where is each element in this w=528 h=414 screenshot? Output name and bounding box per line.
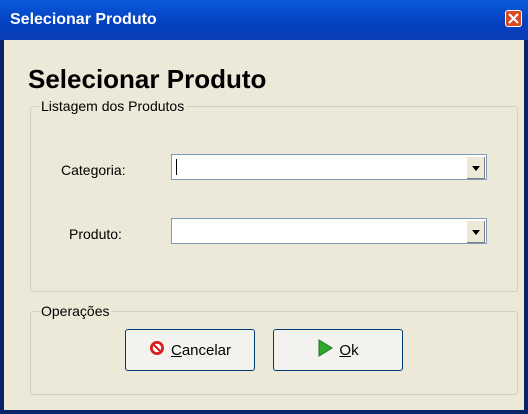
close-icon [508, 13, 519, 24]
dialog-window: Selecionar Produto Selecionar Produto Li… [0, 0, 528, 414]
produto-label: Produto: [69, 226, 122, 242]
ok-label: Ok [339, 341, 359, 359]
dialog-content: Selecionar Produto Listagem dos Produtos… [4, 40, 524, 410]
produto-combobox[interactable] [171, 218, 487, 244]
chevron-down-icon[interactable] [466, 156, 485, 179]
text-caret [176, 159, 177, 175]
product-list-legend: Listagem dos Produtos [41, 98, 185, 114]
cancel-button[interactable]: Cancelar [125, 329, 255, 371]
operations-legend: Operações [41, 303, 110, 319]
operations-group: Operações Cancelar Ok [30, 303, 518, 395]
product-list-group: Listagem dos Produtos Categoria: Produto… [30, 98, 518, 292]
cancel-label: Cancelar [170, 341, 232, 359]
categoria-label: Categoria: [61, 162, 126, 178]
window-border [0, 410, 528, 414]
no-entry-icon [149, 340, 165, 360]
play-arrow-icon [317, 339, 334, 361]
close-button[interactable] [505, 10, 522, 27]
window-title: Selecionar Produto [10, 11, 157, 28]
ok-button[interactable]: Ok [273, 329, 403, 371]
title-bar[interactable]: Selecionar Produto [0, 0, 528, 40]
chevron-down-icon[interactable] [466, 220, 485, 243]
categoria-combobox[interactable] [171, 154, 487, 180]
page-title: Selecionar Produto [28, 64, 267, 94]
